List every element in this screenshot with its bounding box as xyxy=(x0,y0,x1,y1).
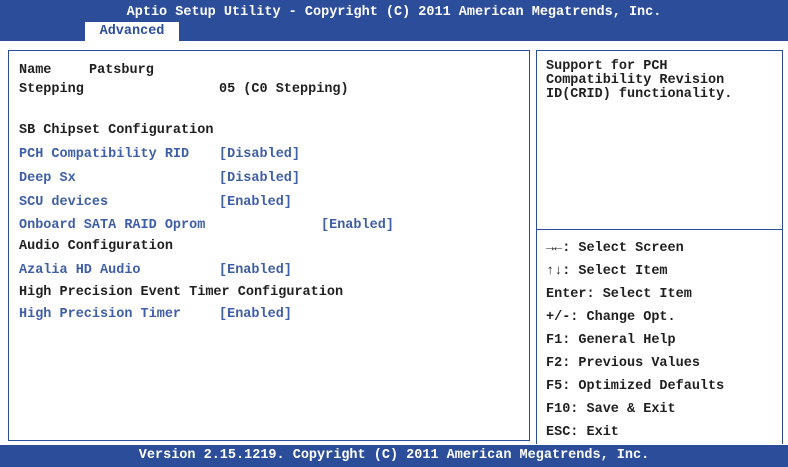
title-bar: Aptio Setup Utility - Copyright (C) 2011… xyxy=(0,0,788,41)
setting-label[interactable]: Azalia HD Audio xyxy=(19,263,141,279)
hpet-heading: High Precision Event Timer Configuration xyxy=(19,285,344,300)
stepping-value: 05 (C0 Stepping) xyxy=(219,82,349,97)
key-f10: F10: Save & Exit xyxy=(546,402,676,417)
key-f2: F2: Previous Values xyxy=(546,356,700,371)
stepping-label: Stepping xyxy=(19,82,84,97)
setting-label[interactable]: Deep Sx xyxy=(19,171,76,187)
setting-label[interactable]: SCU devices xyxy=(19,195,108,211)
setting-value[interactable]: [Enabled] xyxy=(219,195,292,211)
help-divider xyxy=(537,229,782,230)
key-select-item: ↑↓: Select Item xyxy=(546,264,668,279)
help-line: ID(CRID) functionality. xyxy=(546,87,733,102)
setting-value[interactable]: [Disabled] xyxy=(219,171,300,187)
settings-panel: Name Patsburg Stepping 05 (C0 Stepping) … xyxy=(8,50,530,441)
help-panel: Support for PCH Compatibility Revision I… xyxy=(536,50,783,444)
key-change-opt: +/-: Change Opt. xyxy=(546,310,676,325)
footer-bar: Version 2.15.1219. Copyright (C) 2011 Am… xyxy=(0,445,788,467)
setting-label[interactable]: High Precision Timer xyxy=(19,307,181,323)
sb-chipset-heading: SB Chipset Configuration xyxy=(19,123,214,138)
name-label: Name xyxy=(19,63,52,78)
key-esc: ESC: Exit xyxy=(546,425,619,440)
setting-value[interactable]: [Enabled] xyxy=(321,218,394,234)
setting-label[interactable]: PCH Compatibility RID xyxy=(19,147,189,163)
key-select-screen: →←: Select Screen xyxy=(546,241,684,256)
setting-label[interactable]: Onboard SATA RAID Oprom xyxy=(19,218,205,234)
setting-value[interactable]: [Disabled] xyxy=(219,147,300,163)
key-f5: F5: Optimized Defaults xyxy=(546,379,725,394)
key-enter: Enter: Select Item xyxy=(546,287,692,302)
setting-value[interactable]: [Enabled] xyxy=(219,307,292,323)
name-value: Patsburg xyxy=(89,63,154,78)
key-f1: F1: General Help xyxy=(546,333,676,348)
audio-heading: Audio Configuration xyxy=(19,239,173,254)
tab-advanced[interactable]: Advanced xyxy=(85,22,179,41)
setting-value[interactable]: [Enabled] xyxy=(219,263,292,279)
app-title: Aptio Setup Utility - Copyright (C) 2011… xyxy=(126,5,662,20)
version-text: Version 2.15.1219. Copyright (C) 2011 Am… xyxy=(138,448,650,463)
